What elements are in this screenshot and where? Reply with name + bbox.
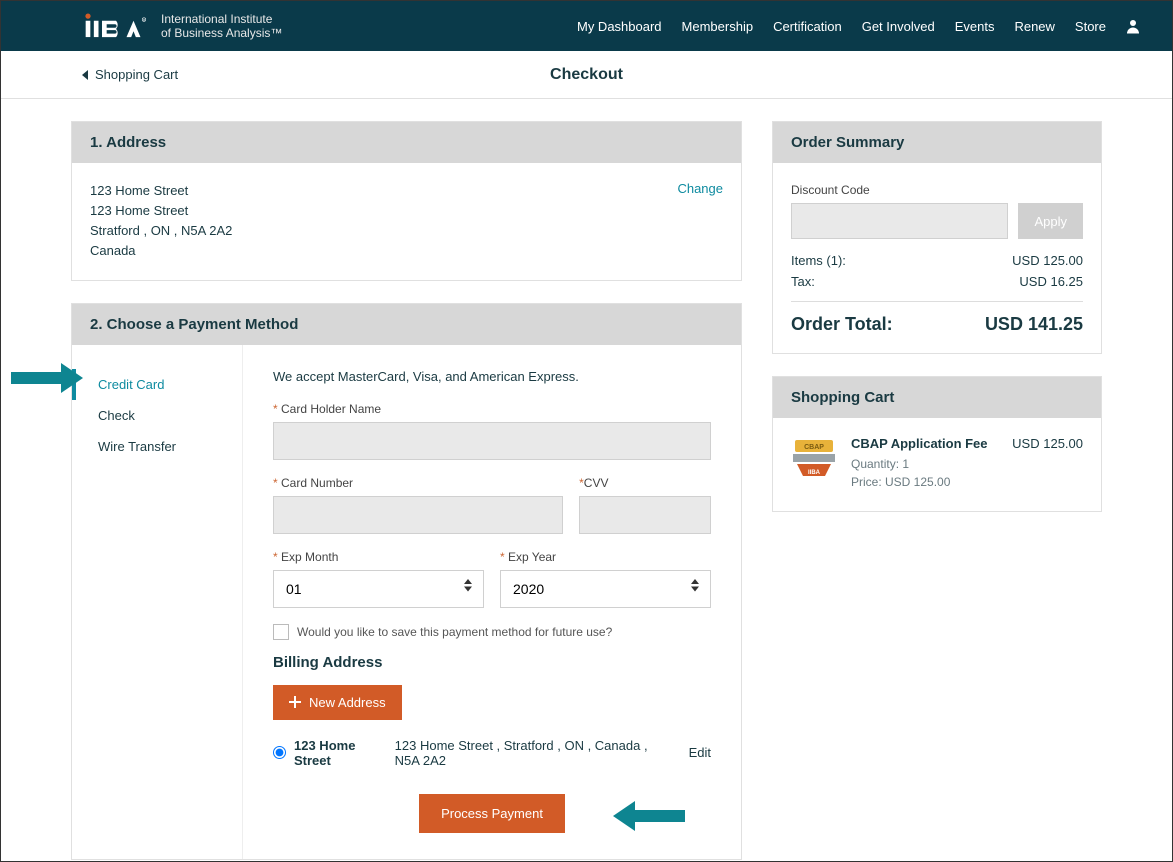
shopping-cart-card: Shopping Cart CBAP IIBA CBAP Application… — [772, 376, 1102, 512]
nav-membership[interactable]: Membership — [672, 19, 764, 34]
caret-left-icon — [81, 70, 89, 80]
cart-item-name: CBAP Application Fee — [851, 436, 998, 451]
tab-wire-transfer[interactable]: Wire Transfer — [72, 431, 242, 462]
plus-icon — [289, 696, 301, 708]
cvv-label: *CVV — [579, 476, 711, 490]
svg-text:IIBA: IIBA — [808, 470, 821, 476]
cart-item-line-price: USD 125.00 — [1012, 436, 1083, 451]
nav-store[interactable]: Store — [1065, 19, 1116, 34]
billing-address-rest: 123 Home Street , Stratford , ON , Canad… — [395, 738, 675, 768]
cart-item: CBAP IIBA CBAP Application Fee Quantity:… — [791, 436, 1083, 493]
tax-value: USD 16.25 — [1019, 274, 1083, 289]
save-method-label: Would you like to save this payment meth… — [297, 625, 612, 639]
subheader: Shopping Cart Checkout — [1, 51, 1172, 99]
card-number-label: * Card Number — [273, 476, 563, 490]
annotation-arrow-right — [613, 801, 685, 831]
shopping-cart-heading: Shopping Cart — [773, 377, 1101, 418]
nav-my-dashboard[interactable]: My Dashboard — [567, 19, 672, 34]
cart-item-qty: Quantity: 1 — [851, 457, 998, 471]
change-address-link[interactable]: Change — [677, 181, 723, 196]
items-label: Items (1): — [791, 253, 846, 268]
iiba-logo-icon: R — [81, 11, 151, 41]
items-value: USD 125.00 — [1012, 253, 1083, 268]
new-address-button[interactable]: New Address — [273, 685, 402, 720]
payment-tabs: Credit Card Check Wire Transfer — [72, 345, 242, 859]
exp-year-select[interactable]: 2020 — [500, 570, 711, 608]
address-lines: 123 Home Street 123 Home Street Stratfor… — [90, 181, 677, 262]
user-icon[interactable] — [1124, 17, 1142, 35]
tab-check[interactable]: Check — [72, 400, 242, 431]
apply-discount-button[interactable]: Apply — [1018, 203, 1083, 239]
exp-year-label: * Exp Year — [500, 550, 711, 564]
back-to-cart-link[interactable]: Shopping Cart — [81, 67, 178, 82]
billing-address-edit-link[interactable]: Edit — [689, 745, 711, 760]
payment-heading: 2. Choose a Payment Method — [72, 304, 741, 345]
order-summary-card: Order Summary Discount Code Apply Items … — [772, 121, 1102, 354]
billing-address-heading: Billing Address — [273, 654, 711, 671]
card-number-input[interactable] — [273, 496, 563, 534]
svg-text:R: R — [143, 18, 145, 22]
top-nav: R International Institute of Business An… — [1, 1, 1172, 51]
billing-address-option[interactable]: 123 Home Street 123 Home Street , Stratf… — [273, 738, 711, 768]
card-holder-input[interactable] — [273, 422, 711, 460]
cvv-input[interactable] — [579, 496, 711, 534]
cbap-badge-icon: CBAP IIBA — [791, 436, 837, 482]
page-title: Checkout — [550, 66, 623, 84]
address-card: 1. Address 123 Home Street 123 Home Stre… — [71, 121, 742, 281]
annotation-arrow-left — [11, 363, 83, 393]
billing-address-radio[interactable] — [273, 746, 286, 759]
svg-text:CBAP: CBAP — [804, 444, 824, 451]
tax-label: Tax: — [791, 274, 815, 289]
billing-address-bold: 123 Home Street — [294, 738, 387, 768]
order-total-value: USD 141.25 — [985, 314, 1083, 335]
save-method-checkbox[interactable] — [273, 624, 289, 640]
cart-item-price: Price: USD 125.00 — [851, 475, 998, 489]
address-heading: 1. Address — [72, 122, 741, 163]
nav-events[interactable]: Events — [945, 19, 1005, 34]
accept-note: We accept MasterCard, Visa, and American… — [273, 369, 711, 384]
tab-credit-card[interactable]: Credit Card — [72, 369, 242, 400]
order-summary-separator — [791, 301, 1083, 302]
discount-code-input[interactable] — [791, 203, 1008, 239]
card-holder-label: * Card Holder Name — [273, 402, 711, 416]
exp-month-label: * Exp Month — [273, 550, 484, 564]
nav-renew[interactable]: Renew — [1004, 19, 1064, 34]
brand-logo[interactable]: R International Institute of Business An… — [81, 11, 282, 41]
order-summary-heading: Order Summary — [773, 122, 1101, 163]
nav-certification[interactable]: Certification — [763, 19, 852, 34]
nav-get-involved[interactable]: Get Involved — [852, 19, 945, 34]
exp-month-select[interactable]: 01 — [273, 570, 484, 608]
process-payment-button[interactable]: Process Payment — [419, 794, 565, 833]
discount-code-label: Discount Code — [791, 183, 1083, 197]
payment-card: 2. Choose a Payment Method Credit Card C… — [71, 303, 742, 860]
brand-tagline: International Institute of Business Anal… — [161, 12, 282, 41]
order-total-label: Order Total: — [791, 314, 893, 335]
